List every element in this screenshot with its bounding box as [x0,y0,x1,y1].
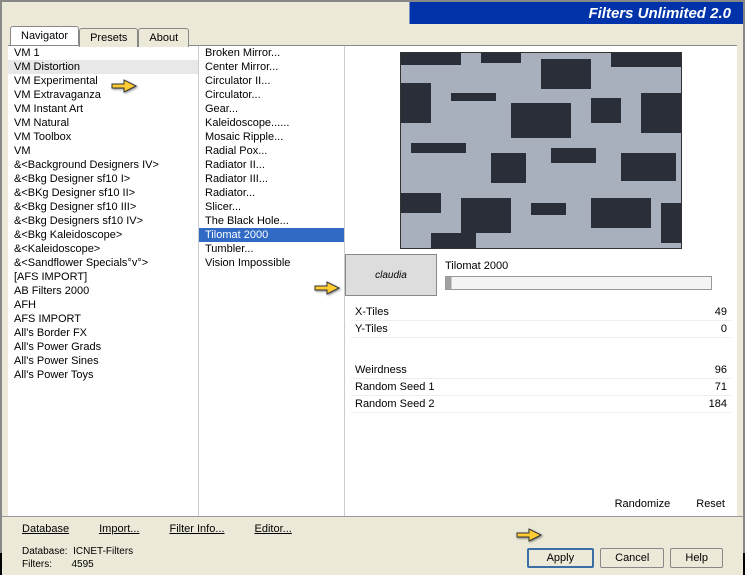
status-bar: Database: ICNET-Filters Filters: 4595 Ap… [2,541,743,575]
category-item[interactable]: &<Bkg Designer sf10 III> [8,200,198,214]
category-item[interactable]: VM Experimental [8,74,198,88]
category-item[interactable]: All's Power Grads [8,340,198,354]
tab-navigator[interactable]: Navigator [10,26,79,45]
filter-item[interactable]: Radial Pox... [199,144,344,158]
category-item[interactable]: AB Filters 2000 [8,284,198,298]
link-filter-info[interactable]: Filter Info... [169,523,224,535]
apply-button[interactable]: Apply [527,548,595,568]
preview-panel: claudia Tilomat 2000 X-Tiles 49 Y-Tiles 0 We… [345,46,737,516]
link-import[interactable]: Import... [99,523,139,535]
status-db-label: Database: [22,546,68,557]
filter-item[interactable]: Tilomat 2000 [199,228,344,242]
link-database[interactable]: Database [22,523,69,535]
param-label: Random Seed 1 [355,381,435,393]
filter-item[interactable]: Tumbler... [199,242,344,256]
help-button[interactable]: Help [670,548,723,568]
randomize-button[interactable]: Randomize [615,498,671,510]
category-item[interactable]: [AFS IMPORT] [8,270,198,284]
category-item[interactable]: &<Bkg Designers sf10 IV> [8,214,198,228]
filter-item[interactable]: Mosaic Ripple... [199,130,344,144]
filter-item[interactable]: Radiator... [199,186,344,200]
param-label: Weirdness [355,364,407,376]
param-label: Random Seed 2 [355,398,435,410]
filter-item[interactable]: Circulator II... [199,74,344,88]
category-item[interactable]: AFS IMPORT [8,312,198,326]
param-value: 49 [715,306,727,318]
category-item[interactable]: All's Border FX [8,326,198,340]
category-item[interactable]: VM 1 [8,46,198,60]
param-row[interactable]: Y-Tiles 0 [351,321,731,338]
link-editor[interactable]: Editor... [255,523,292,535]
filter-item[interactable]: Circulator... [199,88,344,102]
category-item[interactable]: AFH [8,298,198,312]
category-item[interactable]: All's Power Toys [8,368,198,382]
filter-item[interactable]: Radiator II... [199,158,344,172]
param-row[interactable]: Random Seed 1 71 [351,379,731,396]
parameter-sliders: X-Tiles 49 Y-Tiles 0 Weirdness 96 Random Seed … [351,304,731,413]
filter-item[interactable]: Slicer... [199,200,344,214]
bottom-link-bar: Database Import... Filter Info... Editor… [2,516,743,541]
app-title: Filters Unlimited 2.0 [588,5,731,22]
category-item[interactable]: &<Sandflower Specials°v°> [8,256,198,270]
filter-item[interactable]: Vision Impossible [199,256,344,270]
param-value: 184 [709,398,727,410]
reset-button[interactable]: Reset [696,498,725,510]
category-item[interactable]: VM [8,144,198,158]
category-item[interactable]: &<BKg Designer sf10 II> [8,186,198,200]
category-list[interactable]: VM 1VM DistortionVM ExperimentalVM Extra… [8,46,199,516]
filter-list[interactable]: Broken Mirror...Center Mirror...Circulat… [199,46,345,516]
category-item[interactable]: VM Instant Art [8,102,198,116]
param-value: 96 [715,364,727,376]
filter-item[interactable]: Center Mirror... [199,60,344,74]
signature-badge: claudia [345,254,437,296]
preview-image [400,52,682,249]
category-item[interactable]: VM Distortion [8,60,198,74]
tab-about[interactable]: About [138,28,189,47]
category-item[interactable]: &<Background Designers IV> [8,158,198,172]
filter-item[interactable]: The Black Hole... [199,214,344,228]
category-item[interactable]: VM Extravaganza [8,88,198,102]
param-label: Y-Tiles [355,323,388,335]
progress-bar[interactable] [445,276,712,290]
param-row[interactable]: Weirdness 96 [351,362,731,379]
param-value: 71 [715,381,727,393]
status-filters-label: Filters: [22,559,52,570]
filter-item[interactable]: Radiator III... [199,172,344,186]
category-item[interactable]: &<Bkg Designer sf10 I> [8,172,198,186]
category-item[interactable]: &<Bkg Kaleidoscope> [8,228,198,242]
category-item[interactable]: VM Natural [8,116,198,130]
filter-item[interactable]: Gear... [199,102,344,116]
tab-presets[interactable]: Presets [79,28,138,47]
param-row[interactable]: Random Seed 2 184 [351,396,731,413]
filter-item[interactable]: Broken Mirror... [199,46,344,60]
tab-bar: Navigator Presets About [10,26,743,45]
category-item[interactable]: VM Toolbox [8,130,198,144]
cancel-button[interactable]: Cancel [600,548,664,568]
param-label: X-Tiles [355,306,389,318]
category-item[interactable]: &<Kaleidoscope> [8,242,198,256]
status-filters-value: 4595 [71,559,93,570]
titlebar: Filters Unlimited 2.0 [2,2,743,24]
filter-item[interactable]: Kaleidoscope...... [199,116,344,130]
param-row[interactable]: X-Tiles 49 [351,304,731,321]
status-db-value: ICNET-Filters [73,546,133,557]
param-value: 0 [721,323,727,335]
category-item[interactable]: All's Power Sines [8,354,198,368]
filter-title: Tilomat 2000 [445,260,508,272]
